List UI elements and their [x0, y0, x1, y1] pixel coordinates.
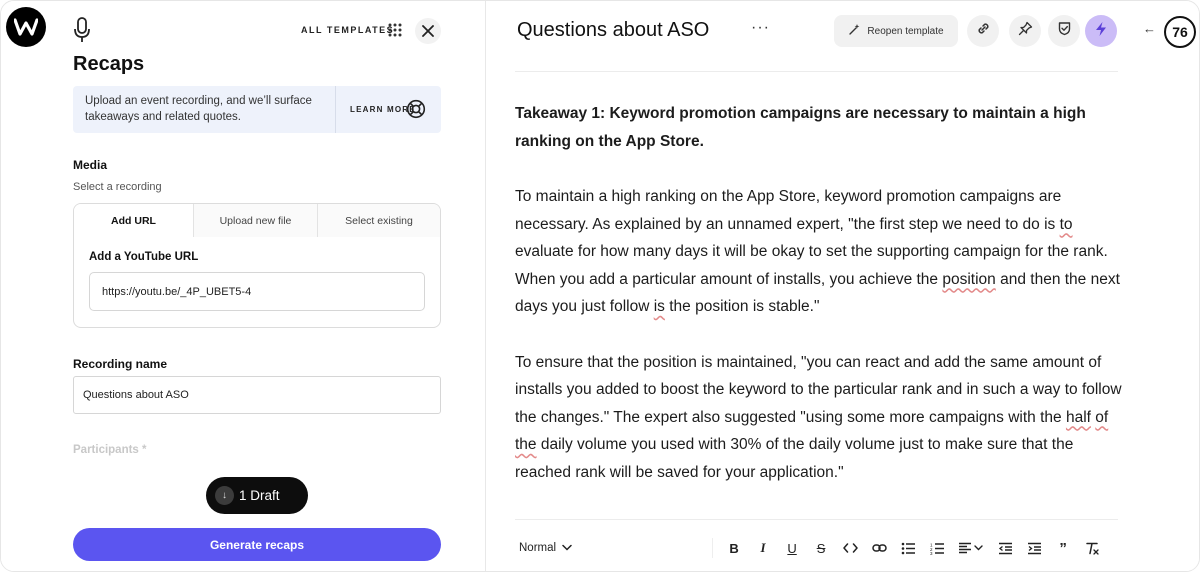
media-sublabel: Select a recording [73, 181, 162, 193]
grid-icon[interactable] [387, 22, 403, 38]
code-icon[interactable] [841, 539, 859, 557]
text-style-select[interactable]: Normal [519, 542, 572, 554]
youtube-url-label: Add a YouTube URL [89, 251, 199, 263]
tab-add-url[interactable]: Add URL [74, 204, 194, 237]
all-templates-link[interactable]: ALL TEMPLATES [301, 25, 394, 35]
reopen-template-label: Reopen template [867, 25, 944, 37]
bullet-list-icon[interactable] [899, 539, 917, 557]
generate-recaps-button[interactable]: Generate recaps [73, 528, 441, 561]
link-button[interactable] [967, 15, 999, 47]
download-arrow-icon: ↓ [215, 486, 234, 505]
toolbar-buttons: B I U S 123 ” [725, 539, 1101, 557]
media-card: Add URL Upload new file Select existing … [73, 203, 441, 328]
shield-check-icon [1057, 21, 1072, 41]
more-options-button[interactable]: ··· [751, 19, 770, 37]
bold-icon[interactable]: B [725, 539, 743, 557]
document-panel: Questions about ASO ··· Reopen template [487, 1, 1199, 571]
tab-select-existing[interactable]: Select existing [318, 204, 440, 237]
media-tabs: Add URL Upload new file Select existing [74, 204, 440, 237]
logo-w-icon[interactable] [6, 7, 46, 47]
chevron-down-icon [562, 542, 572, 554]
takeaway-heading: Takeaway 1: Keyword promotion campaigns … [515, 105, 1086, 150]
ai-bolt-button[interactable] [1085, 15, 1117, 47]
paragraph-1: To maintain a high ranking on the App St… [515, 188, 1120, 315]
youtube-url-input[interactable] [89, 272, 425, 311]
shield-button[interactable] [1048, 15, 1080, 47]
drafts-button[interactable]: ↓ 1 Draft [206, 477, 308, 514]
bolt-icon [1094, 21, 1108, 42]
recording-name-input[interactable] [73, 376, 441, 414]
drafts-label: 1 Draft [239, 488, 280, 503]
app-window: ALL TEMPLATES Recaps Upload an event rec… [0, 0, 1200, 572]
divider [515, 519, 1118, 520]
pin-icon [1018, 21, 1033, 41]
document-body[interactable]: Takeaway 1: Keyword promotion campaigns … [515, 100, 1125, 514]
arrow-left-icon[interactable]: ← [1143, 21, 1156, 36]
text-style-label: Normal [519, 542, 557, 554]
align-select[interactable] [957, 539, 985, 557]
paragraph-2: To ensure that the position is maintaine… [515, 353, 1122, 481]
recaps-panel: ALL TEMPLATES Recaps Upload an event rec… [1, 1, 486, 571]
microphone-icon[interactable] [72, 16, 92, 44]
divider [515, 71, 1118, 72]
info-banner: Upload an event recording, and we’ll sur… [73, 86, 441, 133]
quote-icon[interactable]: ” [1054, 539, 1072, 557]
close-icon[interactable] [415, 18, 441, 44]
info-text: Upload an event recording, and we’ll sur… [85, 95, 312, 123]
formatting-toolbar: Normal B I U S 1 2 3 ” [515, 531, 1125, 565]
score-badge: 76 [1164, 16, 1196, 48]
svg-text:3: 3 [930, 551, 933, 555]
strikethrough-icon[interactable]: S [812, 539, 830, 557]
italic-icon[interactable]: I [754, 539, 772, 557]
magic-wand-icon [848, 23, 861, 39]
numbered-list-icon[interactable]: 123 [928, 539, 946, 557]
indent-icon[interactable] [1025, 539, 1043, 557]
link-icon [976, 21, 991, 41]
tab-upload-new-file[interactable]: Upload new file [194, 204, 318, 237]
recording-name-label: Recording name [73, 357, 168, 371]
outdent-icon[interactable] [996, 539, 1014, 557]
document-title[interactable]: Questions about ASO [517, 19, 709, 42]
page-title: Recaps [73, 53, 145, 75]
lifebuoy-icon[interactable] [406, 99, 426, 119]
media-label: Media [73, 158, 108, 172]
link-icon[interactable] [870, 539, 888, 557]
reopen-template-button[interactable]: Reopen template [834, 15, 958, 47]
underline-icon[interactable]: U [783, 539, 801, 557]
divider [712, 538, 714, 558]
divider [335, 86, 336, 133]
pin-button[interactable] [1009, 15, 1041, 47]
participants-label: Participants * [73, 444, 147, 456]
clear-format-icon[interactable] [1083, 539, 1101, 557]
